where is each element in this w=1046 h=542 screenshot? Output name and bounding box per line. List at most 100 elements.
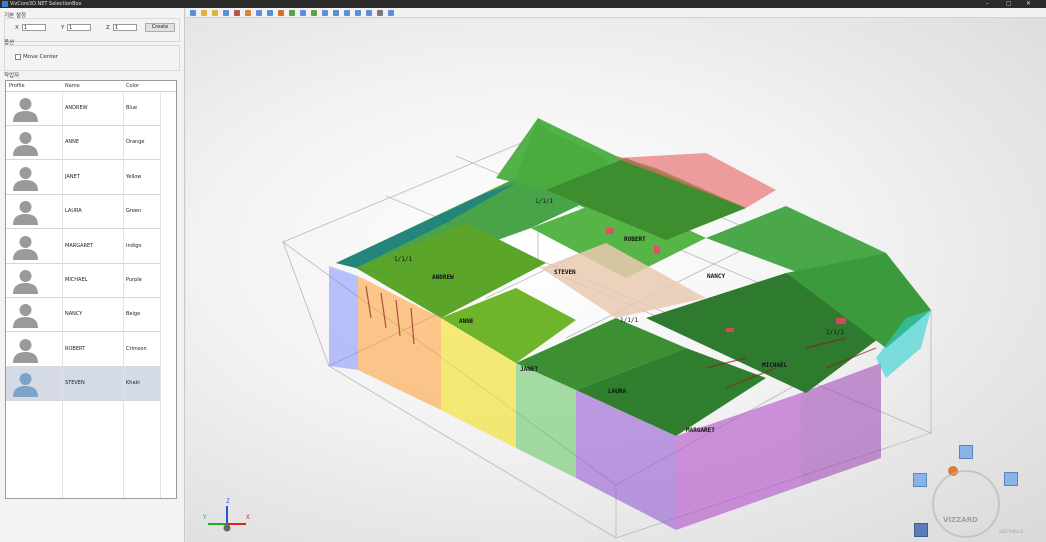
- table-row[interactable]: NANCY Beige: [6, 297, 160, 333]
- view-cube-right-icon[interactable]: [1004, 472, 1018, 486]
- col-profile: Profile: [9, 83, 25, 89]
- close-button[interactable]: ✕: [1026, 0, 1031, 8]
- label-laura: LAURA: [608, 388, 627, 395]
- worker-name: ANDREW: [65, 105, 88, 111]
- brand-text: VIZZARD: [943, 516, 978, 524]
- axis-y-label: Y: [203, 514, 207, 521]
- toolbar-tool-icon[interactable]: [267, 9, 273, 16]
- label-andrew: ANDREW: [432, 274, 454, 281]
- axis-triad: [208, 506, 246, 532]
- toolbar-tool-icon[interactable]: [344, 9, 350, 16]
- worker-name: JANET: [65, 173, 80, 180]
- vizzard-logo-icon: [932, 470, 1000, 538]
- 3d-viewport[interactable]: ANDREW ANNE STEVEN ROBERT NANCY JANET LA…: [186, 18, 1046, 542]
- y-label: Y: [61, 25, 65, 31]
- worker-name: ROBERT: [65, 345, 86, 352]
- z-label: Z: [106, 25, 110, 31]
- col-divider: [123, 91, 124, 498]
- label-michael: MICHAEL: [762, 362, 788, 369]
- rev-label: 1/1/1: [535, 198, 554, 205]
- label-janet: JANET: [520, 366, 539, 373]
- axis-origin: [223, 524, 231, 532]
- toolbar-tool-icon[interactable]: [212, 9, 218, 16]
- avatar-icon: [13, 338, 38, 363]
- x-input[interactable]: 1: [22, 24, 46, 31]
- label-nancy: NANCY: [707, 273, 726, 280]
- toolbar-tool-icon[interactable]: [190, 9, 196, 16]
- toolbar-tool-icon[interactable]: [289, 9, 295, 16]
- toolbar-tool-icon[interactable]: [234, 9, 240, 16]
- window-title: VizCore3D.NET SelectionBox: [10, 1, 82, 7]
- avatar-icon: [13, 304, 38, 329]
- toolbar-tool-icon[interactable]: [311, 9, 317, 16]
- toolbar-tool-icon[interactable]: [377, 9, 383, 16]
- minimize-button[interactable]: –: [986, 0, 989, 8]
- worker-color: Khaki: [126, 380, 140, 387]
- worker-color: Blue: [126, 105, 138, 111]
- avatar-icon: [13, 235, 38, 260]
- worker-name: STEVEN: [65, 380, 85, 387]
- rev-label: 1/1/1: [826, 329, 845, 336]
- x-label: X: [15, 25, 19, 31]
- worker-color: Orange: [126, 139, 145, 146]
- label-steven: STEVEN: [554, 269, 576, 276]
- toolbar-tool-icon[interactable]: [388, 9, 394, 16]
- worker-color: Purple: [126, 277, 142, 283]
- worker-name: NANCY: [65, 311, 83, 318]
- table-row[interactable]: MICHAEL Purple: [6, 263, 160, 298]
- toolbar-tool-icon[interactable]: [245, 9, 251, 16]
- toolbar-tool-icon[interactable]: [322, 9, 328, 16]
- worker-name: MARGARET: [65, 242, 94, 249]
- table-row[interactable]: ROBERT Crimson: [6, 332, 160, 367]
- title-bar: VizCore3D.NET SelectionBox – ▢ ✕: [0, 0, 1046, 8]
- brand-small-text: SOFTHILLS: [999, 530, 1024, 535]
- toolbar-tool-icon[interactable]: [333, 9, 339, 16]
- toolbar: [186, 8, 1046, 18]
- label-anne: ANNE: [459, 318, 474, 325]
- worker-color: Green: [126, 208, 142, 215]
- table-row[interactable]: ANNE Orange: [6, 125, 160, 161]
- move-center-checkbox[interactable]: [15, 54, 21, 60]
- avatar-icon: [13, 98, 38, 122]
- avatar-icon: [13, 166, 38, 191]
- table-row[interactable]: ANDREW Blue: [6, 91, 160, 126]
- toolbar-tool-icon[interactable]: [355, 9, 361, 16]
- avatar-icon: [13, 270, 38, 294]
- view-cube-left-icon[interactable]: [913, 473, 927, 487]
- view-cube-top-icon[interactable]: [959, 445, 973, 459]
- label-robert: ROBERT: [624, 236, 646, 243]
- toolbar-tool-icon[interactable]: [300, 9, 306, 16]
- table-row[interactable]: LAURA Green: [6, 194, 160, 230]
- avatar-icon: [13, 201, 38, 226]
- toolbar-tool-icon[interactable]: [223, 9, 229, 16]
- worker-color: Beige: [126, 311, 141, 318]
- table-row[interactable]: MARGARET Indigo: [6, 229, 160, 264]
- avatar-icon: [13, 373, 38, 398]
- side-panel: 기본 설정 X 1 Y 1 Z 1 Create 옵션 Move Center …: [0, 8, 185, 542]
- toolbar-tool-icon[interactable]: [366, 9, 372, 16]
- worker-color: Crimson: [126, 345, 147, 352]
- col-divider: [160, 91, 161, 498]
- col-color: Color: [126, 83, 140, 89]
- z-input[interactable]: 1: [113, 24, 137, 31]
- volume-andrew: [329, 266, 358, 370]
- toolbar-tool-icon[interactable]: [201, 9, 207, 16]
- workers-label: 작업자: [4, 73, 20, 79]
- rev-label: 1/1/1: [394, 256, 413, 263]
- move-center-label: Move Center: [23, 54, 59, 60]
- axis-z-label: Z: [226, 498, 230, 505]
- y-input[interactable]: 1: [67, 24, 91, 31]
- view-cube-front-icon[interactable]: [914, 523, 928, 537]
- table-row[interactable]: STEVEN Khaki: [6, 366, 160, 402]
- workers-table: Profile Name Color ANDREW Blue ANNE Orange J…: [5, 80, 177, 499]
- col-divider: [62, 91, 63, 498]
- table-row[interactable]: JANET Yellow: [6, 160, 160, 195]
- toolbar-tool-icon[interactable]: [256, 9, 262, 16]
- worker-color: Indigo: [126, 242, 142, 249]
- toolbar-tool-icon[interactable]: [278, 9, 284, 16]
- worker-name: LAURA: [65, 208, 82, 215]
- app-icon: [2, 1, 8, 7]
- create-button[interactable]: Create: [145, 23, 175, 32]
- maximize-button[interactable]: ▢: [1006, 0, 1012, 8]
- avatar-icon: [13, 132, 38, 157]
